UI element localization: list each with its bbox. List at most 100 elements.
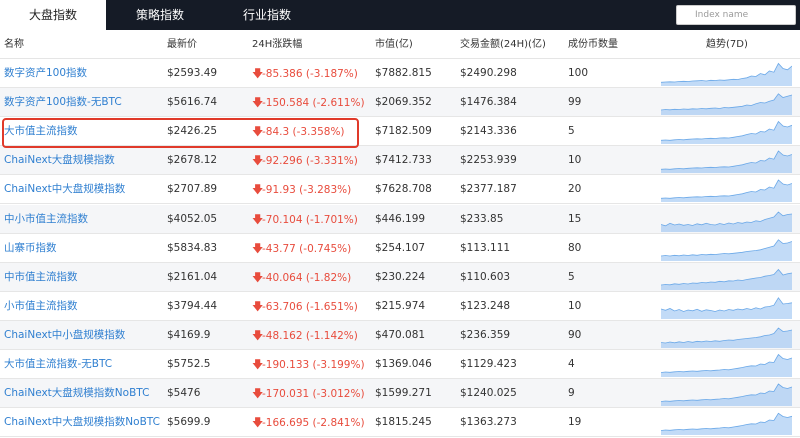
trend-sparkline <box>661 62 792 86</box>
table-row[interactable]: 中市值主流指数 $2161.04 🡇-40.064 (-1.82%) $230.224… <box>0 262 800 293</box>
change-24h: 🡇-150.584 (-2.611%) <box>252 88 365 118</box>
index-name-link[interactable]: 中小市值主流指数 <box>4 205 88 234</box>
trend-sparkline <box>661 121 792 145</box>
tab-strategy-index[interactable]: 策略指数 <box>106 0 214 30</box>
table-row[interactable]: ChaiNext大盘规模指数NoBTC $5476 🡇-170.031 (-3.01… <box>0 379 800 409</box>
index-name-link[interactable]: 数字资产100指数 <box>4 59 87 88</box>
down-arrow-icon: 🡇 <box>252 154 264 168</box>
volume-24h: $233.85 <box>460 212 504 225</box>
sparkline-area <box>661 63 792 86</box>
index-name-link[interactable]: ChaiNext大盘规模指数NoBTC <box>4 379 149 408</box>
trend-sparkline <box>661 412 792 436</box>
latest-price: $4169.9 <box>167 328 211 341</box>
latest-price: $2426.25 <box>167 125 218 138</box>
trend-sparkline <box>661 179 792 203</box>
volume-24h: $1363.273 <box>460 416 517 429</box>
tab-market-index[interactable]: 大盘指数 <box>0 0 106 30</box>
market-cap: $7628.708 <box>375 183 432 196</box>
sparkline-area <box>661 269 792 290</box>
table-row[interactable]: 小市值主流指数 $3794.44 🡇-63.706 (-1.651%) $215.97… <box>0 292 800 321</box>
table-row[interactable]: ChaiNext中大盘规模指数NoBTC $5699.9 🡇-166.695 (-2… <box>0 408 800 438</box>
table-row[interactable]: 数字资产100指数-无BTC $5616.74 🡇-150.584 (-2.611%… <box>0 88 800 118</box>
table-row[interactable]: 大市值主流指数-无BTC $5752.5 🡇-190.133 (-3.199%) $1… <box>0 350 800 379</box>
change-24h: 🡇-91.93 (-3.283%) <box>252 175 351 205</box>
index-name-link[interactable]: ChaiNext中小盘规模指数 <box>4 321 125 350</box>
column-header-market-cap[interactable]: 市值(亿) <box>375 30 413 59</box>
down-arrow-icon: 🡇 <box>252 183 264 197</box>
table-row[interactable]: 山寨币指数 $5834.83 🡇-43.77 (-0.745%) $254.107 $1… <box>0 234 800 263</box>
change-24h-value: -92.296 (-3.331%) <box>262 155 358 168</box>
market-cap: $215.974 <box>375 299 426 312</box>
latest-price: $2161.04 <box>167 270 218 283</box>
index-name-link[interactable]: 小市值主流指数 <box>4 292 78 321</box>
down-arrow-icon: 🡇 <box>252 212 264 226</box>
latest-price: $2707.89 <box>167 183 218 196</box>
column-header-change[interactable]: 24H涨跌幅 <box>252 30 302 59</box>
trend-sparkline <box>661 353 792 377</box>
column-header-price[interactable]: 最新价 <box>167 30 197 59</box>
sparkline-area <box>661 413 792 436</box>
change-24h-value: -170.031 (-3.012%) <box>262 388 365 401</box>
sparkline-area <box>661 327 792 348</box>
change-24h-value: -70.104 (-1.701%) <box>262 213 358 226</box>
constituent-count: 4 <box>568 358 575 370</box>
down-arrow-icon: 🡇 <box>252 299 264 313</box>
tab-industry-index[interactable]: 行业指数 <box>214 0 320 30</box>
change-24h-value: -166.695 (-2.841%) <box>262 417 365 430</box>
change-24h: 🡇-40.064 (-1.82%) <box>252 263 351 293</box>
volume-24h: $123.248 <box>460 299 511 312</box>
change-24h: 🡇-43.77 (-0.745%) <box>252 234 351 264</box>
down-arrow-icon: 🡇 <box>252 67 264 80</box>
index-name-link[interactable]: ChaiNext中大盘规模指数NoBTC <box>4 408 160 437</box>
table-row[interactable]: ChaiNext大盘规模指数 $2678.12 🡇-92.296 (-3.331%)… <box>0 146 800 176</box>
change-24h-value: -48.162 (-1.142%) <box>262 329 358 342</box>
index-name-link[interactable]: 中市值主流指数 <box>4 263 78 292</box>
market-cap: $470.081 <box>375 328 426 341</box>
change-24h: 🡇-190.133 (-3.199%) <box>252 350 365 380</box>
down-arrow-icon: 🡇 <box>252 328 264 342</box>
column-header-constituent-count[interactable]: 成份币数量 <box>568 30 618 59</box>
table-row[interactable]: 大市值主流指数 $2426.25 🡇-84.3 (-3.358%) $7182.509… <box>0 117 800 147</box>
index-name-link[interactable]: 大市值主流指数-无BTC <box>4 350 112 379</box>
table-row[interactable]: ChaiNext中大盘规模指数 $2707.89 🡇-91.93 (-3.283%)… <box>0 175 800 205</box>
index-name-link[interactable]: ChaiNext大盘规模指数 <box>4 146 115 175</box>
column-header-volume[interactable]: 交易金额(24H)(亿) <box>460 30 546 59</box>
trend-sparkline <box>661 238 792 261</box>
change-24h-value: -84.3 (-3.358%) <box>262 126 345 139</box>
index-name-link[interactable]: ChaiNext中大盘规模指数 <box>4 175 125 204</box>
table-row[interactable]: 中小市值主流指数 $4052.05 🡇-70.104 (-1.701%) $446.1… <box>0 204 800 234</box>
constituent-count: 100 <box>568 67 589 79</box>
change-24h: 🡇-170.031 (-3.012%) <box>252 379 365 409</box>
trend-sparkline <box>661 210 792 232</box>
down-arrow-icon: 🡇 <box>252 387 264 401</box>
trend-sparkline <box>661 383 792 407</box>
constituent-count: 9 <box>568 387 575 400</box>
volume-24h: $1129.423 <box>460 358 517 370</box>
latest-price: $3794.44 <box>167 299 218 312</box>
index-search-input[interactable] <box>676 5 796 25</box>
index-name-link[interactable]: 山寨币指数 <box>4 234 57 263</box>
volume-24h: $2377.187 <box>460 183 517 196</box>
constituent-count: 5 <box>568 125 575 138</box>
index-name-link[interactable]: 大市值主流指数 <box>4 117 78 146</box>
change-24h-value: -43.77 (-0.745%) <box>262 242 352 255</box>
change-24h: 🡇-92.296 (-3.331%) <box>252 146 358 176</box>
constituent-count: 90 <box>568 328 582 341</box>
change-24h: 🡇-63.706 (-1.651%) <box>252 292 358 322</box>
sparkline-area <box>661 354 792 377</box>
down-arrow-icon: 🡇 <box>252 416 264 430</box>
table-row[interactable]: ChaiNext中小盘规模指数 $4169.9 🡇-48.162 (-1.142%)… <box>0 320 800 350</box>
index-name-link[interactable]: 数字资产100指数-无BTC <box>4 88 122 117</box>
latest-price: $5752.5 <box>167 358 211 370</box>
change-24h-value: -150.584 (-2.611%) <box>262 97 365 110</box>
latest-price: $5699.9 <box>167 416 211 429</box>
trend-sparkline <box>661 327 792 348</box>
change-24h-value: -40.064 (-1.82%) <box>262 271 352 284</box>
sparkline-area <box>661 297 792 319</box>
sparkline-area <box>661 211 792 232</box>
column-header-name[interactable]: 名称 <box>4 30 24 59</box>
sparkline-area <box>661 151 792 174</box>
table-row[interactable]: 数字资产100指数 $2593.49 🡇-85.386 (-3.187%) $7882… <box>0 59 800 88</box>
constituent-count: 80 <box>568 241 582 254</box>
market-cap: $2069.352 <box>375 96 432 109</box>
